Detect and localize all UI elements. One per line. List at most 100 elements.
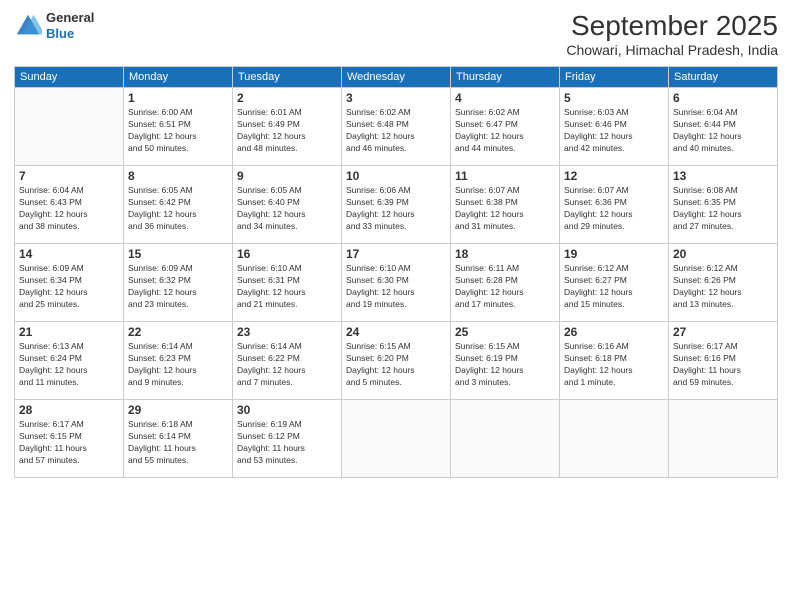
day-info: Sunrise: 6:05 AM Sunset: 6:40 PM Dayligh…: [237, 185, 337, 233]
calendar-header-row: SundayMondayTuesdayWednesdayThursdayFrid…: [15, 67, 778, 88]
calendar-cell: 13 Sunrise: 6:08 AM Sunset: 6:35 PM Dayli…: [669, 166, 778, 244]
calendar-cell: 20 Sunrise: 6:12 AM Sunset: 6:26 PM Dayli…: [669, 244, 778, 322]
calendar-cell: 17Sunrise: 6:10 AM Sunset: 6:30 PM Dayli…: [342, 244, 451, 322]
calendar-cell: 23Sunrise: 6:14 AM Sunset: 6:22 PM Dayli…: [233, 322, 342, 400]
day-info: Sunrise: 6:10 AM Sunset: 6:31 PM Dayligh…: [237, 263, 337, 311]
calendar-cell: [342, 400, 451, 478]
main-title: September 2025: [566, 10, 778, 42]
logo-line1: General: [46, 10, 94, 26]
day-info: Sunrise: 6:19 AM Sunset: 6:12 PM Dayligh…: [237, 419, 337, 467]
logo-icon: [14, 12, 42, 40]
day-info: Sunrise: 6:09 AM Sunset: 6:34 PM Dayligh…: [19, 263, 119, 311]
day-info: Sunrise: 6:18 AM Sunset: 6:14 PM Dayligh…: [128, 419, 228, 467]
day-number: 1: [128, 91, 228, 105]
day-number: 6: [673, 91, 773, 105]
calendar-cell: [451, 400, 560, 478]
col-header-monday: Monday: [124, 67, 233, 88]
day-info: Sunrise: 6:08 AM Sunset: 6:35 PM Dayligh…: [673, 185, 773, 233]
day-info: Sunrise: 6:01 AM Sunset: 6:49 PM Dayligh…: [237, 107, 337, 155]
calendar-cell: [560, 400, 669, 478]
week-row-2: 7 Sunrise: 6:04 AM Sunset: 6:43 PM Daylig…: [15, 166, 778, 244]
day-number: 12: [564, 169, 664, 183]
calendar-cell: 9 Sunrise: 6:05 AM Sunset: 6:40 PM Daylig…: [233, 166, 342, 244]
day-number: 5: [564, 91, 664, 105]
day-info: Sunrise: 6:09 AM Sunset: 6:32 PM Dayligh…: [128, 263, 228, 311]
col-header-sunday: Sunday: [15, 67, 124, 88]
day-number: 19: [564, 247, 664, 261]
calendar-cell: 4Sunrise: 6:02 AM Sunset: 6:47 PM Daylig…: [451, 88, 560, 166]
calendar-cell: 21Sunrise: 6:13 AM Sunset: 6:24 PM Dayli…: [15, 322, 124, 400]
week-row-4: 21Sunrise: 6:13 AM Sunset: 6:24 PM Dayli…: [15, 322, 778, 400]
day-info: Sunrise: 6:02 AM Sunset: 6:47 PM Dayligh…: [455, 107, 555, 155]
day-info: Sunrise: 6:17 AM Sunset: 6:16 PM Dayligh…: [673, 341, 773, 389]
calendar-cell: 28 Sunrise: 6:17 AM Sunset: 6:15 PM Dayli…: [15, 400, 124, 478]
logo-text: General Blue: [46, 10, 94, 41]
day-info: Sunrise: 6:03 AM Sunset: 6:46 PM Dayligh…: [564, 107, 664, 155]
day-number: 27: [673, 325, 773, 339]
day-number: 7: [19, 169, 119, 183]
day-info: Sunrise: 6:07 AM Sunset: 6:38 PM Dayligh…: [455, 185, 555, 233]
day-number: 28: [19, 403, 119, 417]
day-number: 22: [128, 325, 228, 339]
week-row-1: 1 Sunrise: 6:00 AM Sunset: 6:51 PM Daylig…: [15, 88, 778, 166]
calendar-cell: 25 Sunrise: 6:15 AM Sunset: 6:19 PM Dayli…: [451, 322, 560, 400]
day-number: 13: [673, 169, 773, 183]
day-number: 10: [346, 169, 446, 183]
calendar-cell: 18 Sunrise: 6:11 AM Sunset: 6:28 PM Dayli…: [451, 244, 560, 322]
day-info: Sunrise: 6:02 AM Sunset: 6:48 PM Dayligh…: [346, 107, 446, 155]
calendar-cell: 10Sunrise: 6:06 AM Sunset: 6:39 PM Dayli…: [342, 166, 451, 244]
calendar-cell: 27 Sunrise: 6:17 AM Sunset: 6:16 PM Dayli…: [669, 322, 778, 400]
calendar-cell: 22Sunrise: 6:14 AM Sunset: 6:23 PM Dayli…: [124, 322, 233, 400]
day-number: 26: [564, 325, 664, 339]
day-number: 3: [346, 91, 446, 105]
day-number: 20: [673, 247, 773, 261]
day-info: Sunrise: 6:07 AM Sunset: 6:36 PM Dayligh…: [564, 185, 664, 233]
day-number: 9: [237, 169, 337, 183]
day-info: Sunrise: 6:16 AM Sunset: 6:18 PM Dayligh…: [564, 341, 664, 389]
calendar-cell: 30 Sunrise: 6:19 AM Sunset: 6:12 PM Dayli…: [233, 400, 342, 478]
day-number: 23: [237, 325, 337, 339]
day-number: 30: [237, 403, 337, 417]
header: General Blue September 2025 Chowari, Him…: [14, 10, 778, 58]
day-number: 15: [128, 247, 228, 261]
calendar-cell: 7 Sunrise: 6:04 AM Sunset: 6:43 PM Daylig…: [15, 166, 124, 244]
day-number: 18: [455, 247, 555, 261]
day-info: Sunrise: 6:11 AM Sunset: 6:28 PM Dayligh…: [455, 263, 555, 311]
day-number: 17: [346, 247, 446, 261]
calendar-cell: 8 Sunrise: 6:05 AM Sunset: 6:42 PM Daylig…: [124, 166, 233, 244]
title-block: September 2025 Chowari, Himachal Pradesh…: [566, 10, 778, 58]
page: General Blue September 2025 Chowari, Him…: [0, 0, 792, 612]
calendar-cell: 1 Sunrise: 6:00 AM Sunset: 6:51 PM Daylig…: [124, 88, 233, 166]
day-info: Sunrise: 6:04 AM Sunset: 6:43 PM Dayligh…: [19, 185, 119, 233]
col-header-friday: Friday: [560, 67, 669, 88]
col-header-saturday: Saturday: [669, 67, 778, 88]
calendar-cell: 19Sunrise: 6:12 AM Sunset: 6:27 PM Dayli…: [560, 244, 669, 322]
day-number: 14: [19, 247, 119, 261]
col-header-wednesday: Wednesday: [342, 67, 451, 88]
calendar-cell: 29 Sunrise: 6:18 AM Sunset: 6:14 PM Dayli…: [124, 400, 233, 478]
calendar-cell: 2 Sunrise: 6:01 AM Sunset: 6:49 PM Daylig…: [233, 88, 342, 166]
day-number: 29: [128, 403, 228, 417]
calendar-table: SundayMondayTuesdayWednesdayThursdayFrid…: [14, 66, 778, 478]
day-info: Sunrise: 6:12 AM Sunset: 6:26 PM Dayligh…: [673, 263, 773, 311]
day-number: 8: [128, 169, 228, 183]
col-header-thursday: Thursday: [451, 67, 560, 88]
day-info: Sunrise: 6:15 AM Sunset: 6:19 PM Dayligh…: [455, 341, 555, 389]
day-number: 25: [455, 325, 555, 339]
calendar-cell: [669, 400, 778, 478]
calendar-cell: 11 Sunrise: 6:07 AM Sunset: 6:38 PM Dayli…: [451, 166, 560, 244]
calendar-cell: 16 Sunrise: 6:10 AM Sunset: 6:31 PM Dayli…: [233, 244, 342, 322]
day-number: 24: [346, 325, 446, 339]
calendar-cell: 26 Sunrise: 6:16 AM Sunset: 6:18 PM Dayli…: [560, 322, 669, 400]
day-number: 11: [455, 169, 555, 183]
day-info: Sunrise: 6:17 AM Sunset: 6:15 PM Dayligh…: [19, 419, 119, 467]
calendar-cell: 24Sunrise: 6:15 AM Sunset: 6:20 PM Dayli…: [342, 322, 451, 400]
calendar-cell: 3 Sunrise: 6:02 AM Sunset: 6:48 PM Daylig…: [342, 88, 451, 166]
day-number: 16: [237, 247, 337, 261]
day-number: 2: [237, 91, 337, 105]
day-number: 21: [19, 325, 119, 339]
day-info: Sunrise: 6:00 AM Sunset: 6:51 PM Dayligh…: [128, 107, 228, 155]
day-info: Sunrise: 6:04 AM Sunset: 6:44 PM Dayligh…: [673, 107, 773, 155]
day-info: Sunrise: 6:05 AM Sunset: 6:42 PM Dayligh…: [128, 185, 228, 233]
week-row-3: 14 Sunrise: 6:09 AM Sunset: 6:34 PM Dayli…: [15, 244, 778, 322]
